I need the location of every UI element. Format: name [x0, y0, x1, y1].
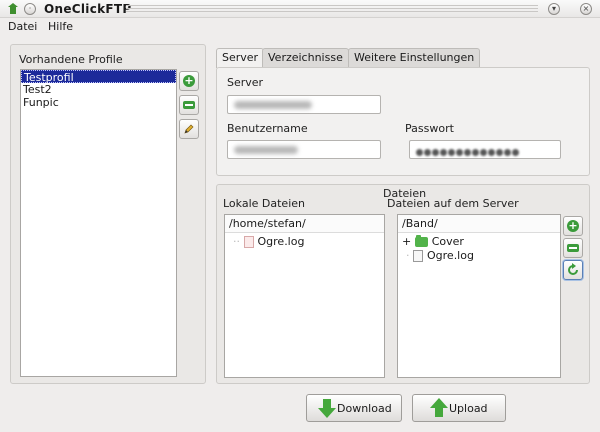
profiles-label: Vorhandene Profile — [19, 53, 123, 66]
remote-path-header: /Band/ — [398, 215, 560, 233]
title-bar: · OneClickFTP ▾ × — [0, 0, 600, 18]
minus-icon — [183, 101, 195, 109]
folder-icon — [414, 235, 428, 247]
local-path-header: /home/stefan/ — [225, 215, 384, 233]
profile-item-testprofil[interactable]: Testprofil — [21, 70, 176, 84]
remove-profile-button[interactable] — [179, 95, 199, 115]
window-title: OneClickFTP — [44, 2, 132, 16]
edit-profile-button[interactable] — [179, 119, 199, 139]
local-file-name: Ogre.log — [257, 235, 305, 248]
profiles-list[interactable]: Testprofil Test2 Funpic — [20, 69, 177, 377]
pin-icon: · — [28, 4, 32, 13]
username-input[interactable] — [227, 140, 381, 159]
close-icon: × — [582, 4, 590, 13]
server-tab-panel: Server Benutzername Passwort — [216, 67, 590, 176]
plus-icon: + — [183, 74, 195, 87]
upload-label: Upload — [449, 402, 488, 415]
file-icon — [413, 250, 423, 262]
profile-item-test2[interactable]: Test2 — [21, 83, 176, 96]
title-bar-grip — [126, 5, 538, 13]
tab-weitere-einstellungen[interactable]: Weitere Einstellungen — [348, 48, 481, 67]
refresh-icon — [568, 263, 578, 275]
expand-toggle[interactable]: + — [402, 235, 411, 248]
server-input-value-blurred — [234, 101, 312, 109]
minimize-button[interactable]: ▾ — [548, 3, 560, 15]
menu-datei[interactable]: Datei — [8, 20, 37, 33]
add-profile-button[interactable]: + — [179, 71, 199, 91]
pin-button[interactable]: · — [24, 3, 36, 15]
password-label: Passwort — [405, 122, 454, 135]
plus-icon: + — [567, 219, 579, 232]
remove-remote-button[interactable] — [563, 238, 583, 258]
menu-bar: Datei Hilfe — [0, 18, 600, 36]
remote-files-tree[interactable]: /Band/ + Cover · Ogre.log — [397, 214, 561, 378]
profile-item-funpic[interactable]: Funpic — [21, 96, 176, 109]
remote-file-row[interactable]: · Ogre.log — [406, 249, 474, 263]
file-icon — [243, 236, 254, 248]
minus-icon — [567, 244, 579, 252]
close-button[interactable]: × — [580, 3, 592, 15]
app-logo-icon — [8, 3, 18, 14]
tab-verzeichnisse[interactable]: Verzeichnisse — [262, 48, 349, 67]
menu-hilfe[interactable]: Hilfe — [48, 20, 73, 33]
tab-server[interactable]: Server — [216, 48, 265, 68]
upload-button[interactable]: Upload — [412, 394, 506, 422]
files-panel: Dateien Lokale Dateien Dateien auf dem S… — [216, 184, 590, 384]
pencil-icon — [184, 124, 194, 134]
remote-files-label: Dateien auf dem Server — [387, 197, 519, 210]
add-remote-button[interactable]: + — [563, 216, 583, 236]
remote-folder-row[interactable]: + Cover — [402, 235, 464, 249]
username-input-value-blurred — [234, 146, 298, 154]
remote-folder-name: Cover — [431, 235, 464, 248]
refresh-button[interactable] — [563, 260, 583, 280]
local-file-row[interactable]: ·· Ogre.log — [233, 235, 304, 249]
local-files-label: Lokale Dateien — [223, 197, 305, 210]
chevron-down-icon: ▾ — [551, 4, 556, 13]
profiles-panel: Vorhandene Profile Testprofil Test2 Funp… — [10, 44, 206, 384]
password-input[interactable] — [409, 140, 561, 159]
local-files-tree[interactable]: /home/stefan/ ·· Ogre.log — [224, 214, 385, 378]
download-button[interactable]: Download — [306, 394, 402, 422]
remote-file-name: Ogre.log — [427, 249, 474, 262]
download-label: Download — [337, 402, 392, 415]
username-label: Benutzername — [227, 122, 308, 135]
server-input[interactable] — [227, 95, 381, 114]
server-label: Server — [227, 76, 264, 89]
